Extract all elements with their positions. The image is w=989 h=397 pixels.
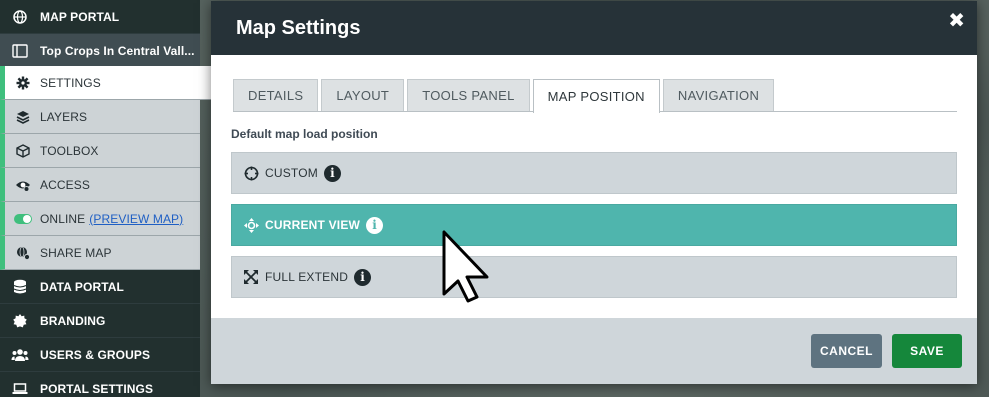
globe-icon bbox=[0, 9, 40, 24]
sidebar-item-label: USERS & GROUPS bbox=[40, 347, 151, 362]
tab-map-position[interactable]: MAP POSITION bbox=[532, 79, 660, 113]
dialog-footer: CANCEL SAVE bbox=[211, 318, 977, 384]
sidebar-item-data-portal[interactable]: DATA PORTAL bbox=[0, 270, 200, 304]
sidebar-item-label: PORTAL SETTINGS bbox=[40, 381, 154, 396]
sidebar: MAP PORTAL Top Crops In Central Vall... … bbox=[0, 0, 212, 397]
layers-icon bbox=[5, 110, 40, 124]
option-custom[interactable]: CUSTOM i bbox=[231, 152, 957, 194]
option-label: CUSTOM bbox=[265, 166, 318, 180]
preview-map-link[interactable]: (PREVIEW MAP) bbox=[89, 212, 183, 226]
sidebar-item-label: ACCESS bbox=[40, 177, 90, 192]
tab-details[interactable]: DETAILS bbox=[233, 79, 319, 111]
share-icon bbox=[5, 246, 40, 260]
sidebar-item-map-portal[interactable]: MAP PORTAL bbox=[0, 0, 200, 34]
eye-icon bbox=[5, 178, 40, 192]
info-icon[interactable]: i bbox=[366, 216, 384, 234]
option-label: FULL EXTEND bbox=[265, 270, 349, 284]
badge-icon bbox=[0, 313, 40, 328]
database-icon bbox=[0, 279, 40, 295]
sidebar-item-label: MAP PORTAL bbox=[40, 9, 120, 24]
dialog-header: Map Settings ✖ bbox=[211, 1, 977, 55]
tab-navigation[interactable]: NAVIGATION bbox=[662, 79, 775, 111]
section-label: Default map load position bbox=[231, 127, 378, 141]
sidebar-item-label: SHARE MAP bbox=[40, 245, 112, 260]
move-arrows-icon bbox=[243, 217, 259, 233]
sidebar-item-access[interactable]: ACCESS bbox=[0, 168, 200, 202]
sidebar-item-online[interactable]: ONLINE (PREVIEW MAP) bbox=[0, 202, 200, 236]
option-full-extend[interactable]: FULL EXTEND i bbox=[231, 256, 957, 298]
gear-icon bbox=[5, 76, 40, 90]
sidebar-item-settings[interactable]: SETTINGS bbox=[0, 66, 212, 100]
sidebar-item-label: SETTINGS bbox=[40, 75, 101, 90]
dialog-title: Map Settings bbox=[236, 16, 361, 39]
sidebar-item-project[interactable]: Top Crops In Central Vall... bbox=[0, 34, 200, 68]
expand-icon bbox=[243, 269, 259, 285]
tab-layout[interactable]: LAYOUT bbox=[321, 79, 405, 111]
sidebar-item-portal-settings[interactable]: PORTAL SETTINGS bbox=[0, 372, 200, 397]
map-settings-dialog: Map Settings ✖ DETAILS LAYOUT TOOLS PANE… bbox=[211, 1, 977, 384]
crosshair-icon bbox=[243, 165, 259, 181]
option-label: CURRENT VIEW bbox=[265, 218, 361, 232]
sidebar-item-label: TOOLBOX bbox=[40, 143, 99, 158]
info-icon[interactable]: i bbox=[354, 268, 372, 286]
cube-icon bbox=[5, 143, 40, 158]
sidebar-item-layers[interactable]: LAYERS bbox=[0, 100, 200, 134]
sidebar-item-label: LAYERS bbox=[40, 109, 88, 124]
sidebar-item-label: ONLINE bbox=[40, 211, 86, 226]
sidebar-panel-icon bbox=[0, 44, 40, 58]
sidebar-item-label: Top Crops In Central Vall... bbox=[40, 44, 195, 58]
toggle-icon[interactable] bbox=[5, 213, 40, 224]
sidebar-item-label: DATA PORTAL bbox=[40, 279, 124, 294]
sidebar-item-label: BRANDING bbox=[40, 313, 106, 328]
sidebar-item-share-map[interactable]: SHARE MAP bbox=[0, 236, 200, 270]
sidebar-item-branding[interactable]: BRANDING bbox=[0, 304, 200, 338]
close-icon[interactable]: ✖ bbox=[948, 11, 965, 31]
sidebar-item-users-groups[interactable]: USERS & GROUPS bbox=[0, 338, 200, 372]
mouse-pointer-icon bbox=[442, 230, 489, 303]
users-icon bbox=[0, 348, 40, 362]
tab-bar: DETAILS LAYOUT TOOLS PANEL MAP POSITION … bbox=[233, 79, 957, 113]
info-icon[interactable]: i bbox=[323, 164, 341, 182]
save-button[interactable]: SAVE bbox=[892, 334, 962, 368]
option-current-view[interactable]: CURRENT VIEW i bbox=[231, 204, 957, 246]
cancel-button[interactable]: CANCEL bbox=[811, 334, 882, 368]
tab-tools-panel[interactable]: TOOLS PANEL bbox=[407, 79, 530, 111]
sidebar-item-toolbox[interactable]: TOOLBOX bbox=[0, 134, 200, 168]
laptop-icon bbox=[0, 382, 40, 395]
